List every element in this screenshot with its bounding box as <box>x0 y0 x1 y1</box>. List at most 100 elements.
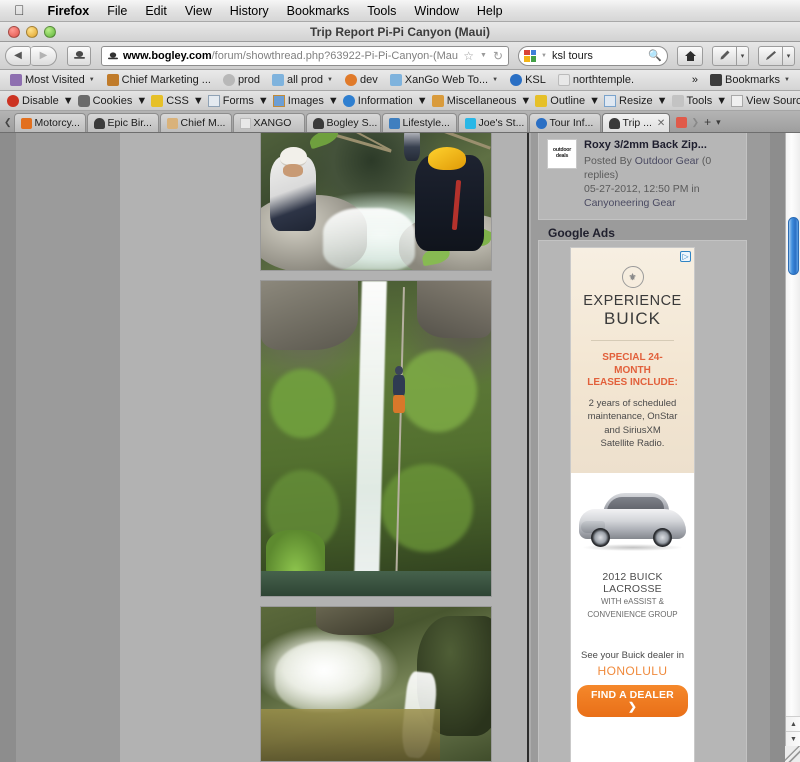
vertical-scrollbar[interactable]: ▲ ▼ <box>785 113 800 762</box>
menu-item-window[interactable]: Window <box>405 4 467 18</box>
devtool-label: Cookies <box>92 94 133 107</box>
devtool-caret[interactable]: ▼ <box>520 95 531 107</box>
adchoices-icon[interactable]: ▷ <box>680 251 691 262</box>
google-icon[interactable] <box>524 49 536 62</box>
url-bar[interactable]: www.bogley.com/forum/showthread.php?6392… <box>101 45 509 66</box>
apple-logo-icon[interactable]:  <box>14 3 25 17</box>
tab-tour-inf[interactable]: Tour Inf... <box>528 113 601 132</box>
devtool-caret[interactable]: ▼ <box>63 95 74 107</box>
post-title-link[interactable]: Roxy 3/2mm Back Zip... <box>584 139 738 152</box>
tab-scroll-left-icon[interactable]: ❮ <box>2 117 14 132</box>
devtool-caret[interactable]: ▼ <box>193 95 204 107</box>
star-icon[interactable]: ☆ <box>462 49 475 63</box>
devtool-view-source[interactable]: View Source <box>727 94 800 107</box>
resize-icon <box>604 94 617 107</box>
bookmarks-menu-button[interactable]: Bookmarks ▼ <box>704 74 796 86</box>
bogley-favicon-icon <box>312 117 324 129</box>
scroll-down-icon[interactable]: ▼ <box>786 731 800 746</box>
back-button[interactable]: ◀ <box>5 45 31 66</box>
post-forum-link[interactable]: Canyoneering Gear <box>584 197 676 209</box>
trip-photo-3[interactable] <box>260 606 492 762</box>
bookmark-prod[interactable]: prod <box>217 74 266 86</box>
devtool-caret[interactable]: ▼ <box>328 95 339 107</box>
menu-item-file[interactable]: File <box>98 4 136 18</box>
chevron-down-icon[interactable]: ▼ <box>479 52 488 59</box>
scroll-up-icon[interactable]: ▲ <box>786 716 800 731</box>
list-all-tabs-button[interactable]: ▾ <box>716 117 721 128</box>
devtool-caret[interactable]: ▼ <box>589 95 600 107</box>
tab-motorcycle[interactable]: Motorcy... <box>13 113 86 132</box>
tab-trip-report[interactable]: Trip ... ✕ <box>601 113 670 132</box>
bookmark-all-prod[interactable]: all prod ▼ <box>266 74 339 86</box>
devtool-information[interactable]: Information <box>339 94 417 107</box>
find-a-dealer-button[interactable]: FIND A DEALER ❯ <box>577 685 688 718</box>
tab-xango[interactable]: XANGO <box>232 113 305 132</box>
buick-advertisement[interactable]: ▷ ⚜ EXPERIENCE BUICK SPECIAL 24-MONTH LE… <box>570 247 695 762</box>
posted-by-label: Posted By <box>584 154 632 167</box>
sidebar-post-item[interactable]: outdoor deals Roxy 3/2mm Back Zip... Pos… <box>547 138 738 211</box>
tab-epic-bir[interactable]: Epic Bir... <box>86 113 159 132</box>
reload-icon[interactable]: ↻ <box>492 49 504 63</box>
site-identity-button[interactable] <box>67 45 91 66</box>
bookmark-most-visited[interactable]: Most Visited ▼ <box>4 74 101 86</box>
post-author-link[interactable]: Outdoor Gear <box>635 155 699 167</box>
eyedropper-dropdown[interactable]: ▾ <box>736 45 749 66</box>
devtool-caret[interactable]: ▼ <box>258 95 269 107</box>
bookmark-northtemple[interactable]: northtemple. <box>552 74 640 86</box>
tab-label: Trip ... <box>622 117 652 129</box>
search-bar[interactable]: ▼ ksl tours 🔍 <box>518 45 668 66</box>
menu-item-help[interactable]: Help <box>468 4 512 18</box>
eyedropper-tool-group[interactable]: ▾ <box>712 45 749 66</box>
new-tab-button[interactable]: + <box>704 115 711 129</box>
devtool-miscellaneous[interactable]: Miscellaneous <box>428 94 521 107</box>
images-icon <box>272 94 285 107</box>
scrollbar-thumb[interactable] <box>788 217 799 275</box>
mail-icon[interactable] <box>675 116 687 128</box>
search-engine-chevron-icon[interactable]: ▼ <box>540 53 548 59</box>
eyedropper-button[interactable] <box>712 45 736 66</box>
trip-photo-1[interactable] <box>260 113 492 271</box>
bookmark-chief-marketing[interactable]: Chief Marketing ... <box>101 74 217 86</box>
devtool-cookies[interactable]: Cookies <box>74 94 137 107</box>
ad-model-name: 2012 BUICK LACROSSE <box>602 570 663 595</box>
tab-bogley-s[interactable]: Bogley S... <box>305 113 381 132</box>
window-resizer-icon[interactable] <box>785 746 800 762</box>
menu-item-view[interactable]: View <box>176 4 221 18</box>
tab-chief-m[interactable]: Chief M... <box>159 113 232 132</box>
home-button[interactable] <box>677 45 703 66</box>
trip-photo-2[interactable] <box>260 280 492 597</box>
pen-dropdown[interactable]: ▾ <box>782 45 795 66</box>
devtool-images[interactable]: Images <box>269 94 328 107</box>
devtool-css[interactable]: CSS <box>147 94 193 107</box>
chevron-right-icon[interactable]: ❯ <box>692 117 700 128</box>
search-icon[interactable]: 🔍 <box>648 49 662 62</box>
pen-button[interactable] <box>758 45 782 66</box>
bogley-favicon-icon <box>106 49 119 62</box>
devtool-caret[interactable]: ▼ <box>136 95 147 107</box>
pen-tool-group[interactable]: ▾ <box>758 45 795 66</box>
devtool-caret[interactable]: ▼ <box>716 95 727 107</box>
bookmark-xango-web-tools[interactable]: XanGo Web To... ▼ <box>384 74 504 86</box>
bookmark-ksl[interactable]: KSL <box>504 74 552 86</box>
devtool-caret[interactable]: ▼ <box>417 95 428 107</box>
devtool-tools[interactable]: Tools <box>668 94 717 107</box>
devtool-disable[interactable]: Disable <box>3 94 63 107</box>
menu-item-firefox[interactable]: Firefox <box>39 4 99 18</box>
menu-item-bookmarks[interactable]: Bookmarks <box>278 4 359 18</box>
devtool-outline[interactable]: Outline <box>531 94 589 107</box>
tab-joes-st[interactable]: Joe's St... <box>457 113 528 132</box>
menu-item-history[interactable]: History <box>221 4 278 18</box>
url-path: /forum/showthread.php?63922-Pi-Pi-Canyon… <box>211 49 459 62</box>
close-icon[interactable]: ✕ <box>657 118 665 129</box>
menu-item-tools[interactable]: Tools <box>358 4 405 18</box>
view-source-icon <box>731 94 744 107</box>
bookmark-dev[interactable]: dev <box>339 74 384 86</box>
menu-item-edit[interactable]: Edit <box>136 4 176 18</box>
bookmarks-overflow-button[interactable]: » <box>686 74 704 86</box>
tab-lifestyle[interactable]: Lifestyle... <box>381 113 457 132</box>
devtool-resize[interactable]: Resize <box>600 94 657 107</box>
devtool-caret[interactable]: ▼ <box>657 95 668 107</box>
forward-button[interactable]: ▶ <box>31 45 57 66</box>
search-input[interactable]: ksl tours <box>552 50 644 62</box>
devtool-forms[interactable]: Forms <box>204 94 258 107</box>
